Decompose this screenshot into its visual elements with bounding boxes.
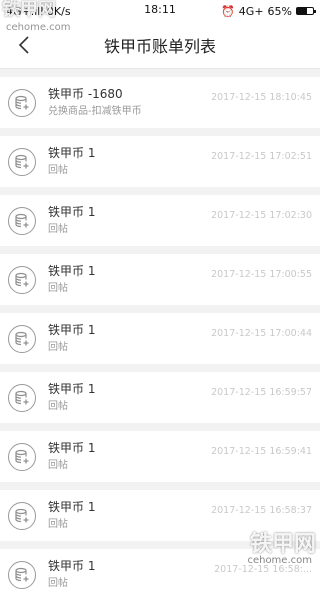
battery-fill [297, 8, 308, 14]
coin-stack-icon [8, 265, 36, 294]
transaction-desc: 回帖 [48, 519, 68, 530]
coin-stack-icon [8, 88, 36, 117]
transaction-desc: 回帖 [48, 224, 68, 235]
transaction-row[interactable]: 铁甲币 -1680 兑换商品-扣减铁甲币 2017-12-15 18:10:45 [0, 77, 320, 128]
page-title: 铁甲币账单列表 [103, 37, 216, 56]
transaction-amount: 铁甲币 1 [48, 500, 96, 514]
coin-stack-icon [8, 442, 36, 471]
transaction-desc: 兑换商品-扣减铁甲币 [48, 106, 142, 117]
battery-percent: 65% [267, 4, 292, 18]
transaction-desc: 回帖 [48, 283, 68, 294]
transaction-texts: 铁甲币 1 回帖 [48, 263, 95, 296]
transaction-row[interactable]: 铁甲币 1 回帖 2017-12-15 16:59:57 [0, 372, 320, 423]
transaction-desc: 回帖 [48, 165, 68, 176]
transaction-amount: 铁甲币 1 [48, 441, 96, 455]
transaction-time: 2017-12-15 17:02:51 [211, 151, 312, 162]
transaction-texts: 铁甲币 1 回帖 [48, 558, 95, 591]
transaction-time: 2017-12-15 17:00:55 [211, 269, 312, 280]
transaction-texts: 铁甲币 1 回帖 [48, 145, 95, 178]
transaction-row[interactable]: 铁甲币 1 回帖 2017-12-15 17:02:30 [0, 195, 320, 246]
transaction-amount: 铁甲币 1 [48, 205, 96, 219]
coin-stack-icon [8, 206, 36, 235]
transaction-row[interactable]: 铁甲币 1 回帖 2017-12-15 17:02:51 [0, 136, 320, 187]
transaction-texts: 铁甲币 1 回帖 [48, 381, 95, 414]
transaction-time: 2017-12-15 16:59:41 [211, 446, 312, 457]
back-button[interactable] [12, 32, 36, 58]
transaction-time: 2017-12-15 16:58:37 [211, 505, 312, 516]
transaction-amount: 铁甲币 1 [48, 559, 96, 573]
status-right: ⏰ 4G+ 65% [221, 4, 316, 18]
transaction-time: 2017-12-15 16:59:57 [211, 387, 312, 398]
transaction-amount: 铁甲币 1 [48, 382, 96, 396]
coin-stack-icon [8, 147, 36, 176]
transaction-texts: 铁甲币 -1680 兑换商品-扣减铁甲币 [48, 86, 142, 119]
transaction-amount: 铁甲币 1 [48, 146, 96, 160]
coin-stack-icon [8, 501, 36, 530]
coin-stack-icon [8, 383, 36, 412]
transaction-texts: 铁甲币 1 回帖 [48, 499, 95, 532]
transaction-list: 铁甲币 -1680 兑换商品-扣减铁甲币 2017-12-15 18:10:45 铁甲… [0, 69, 320, 600]
transaction-row[interactable]: 铁甲币 1 回帖 2017-12-15 16:59:41 [0, 431, 320, 482]
transaction-time: 2017-12-15 17:02:30 [211, 210, 312, 221]
transaction-desc: 回帖 [48, 342, 68, 353]
watermark-url-bottom: cehome.com [247, 555, 312, 566]
transaction-row[interactable]: 铁甲币 1 回帖 2017-12-15 17:00:55 [0, 254, 320, 305]
transaction-desc: 回帖 [48, 401, 68, 412]
coin-stack-icon [8, 560, 36, 589]
watermark-logo-bottom: 铁甲网 [249, 532, 316, 557]
transaction-texts: 铁甲币 1 回帖 [48, 440, 95, 473]
transaction-time: 2017-12-15 17:00:44 [211, 328, 312, 339]
network-label: 4G+ [238, 4, 264, 18]
transaction-texts: 铁甲币 1 回帖 [48, 322, 95, 355]
chevron-left-icon [18, 36, 29, 54]
watermark-url-top: cehome.com [6, 22, 71, 33]
transaction-amount: 铁甲币 1 [48, 264, 96, 278]
alarm-clock-icon: ⏰ [221, 4, 235, 18]
coin-stack-icon [8, 324, 36, 353]
transaction-time: 2017-12-15 18:10:45 [211, 92, 312, 103]
transaction-amount: 铁甲币 -1680 [48, 87, 123, 101]
battery-icon [296, 7, 316, 15]
transaction-row[interactable]: 铁甲币 1 回帖 2017-12-15 17:00:44 [0, 313, 320, 364]
transaction-amount: 铁甲币 1 [48, 323, 96, 337]
transaction-desc: 回帖 [48, 460, 68, 471]
watermark-logo-top: 铁甲网 [2, 0, 56, 20]
transaction-texts: 铁甲币 1 回帖 [48, 204, 95, 237]
transaction-desc: 回帖 [48, 578, 68, 589]
